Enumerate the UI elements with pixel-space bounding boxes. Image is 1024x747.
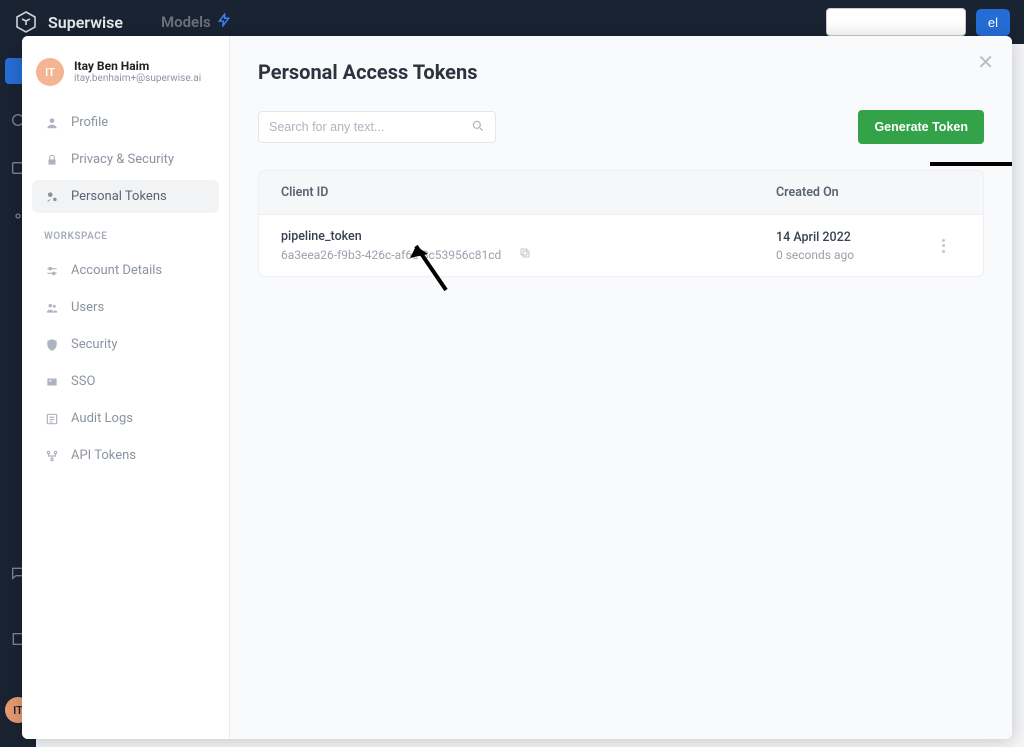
generate-token-button[interactable]: Generate Token: [858, 110, 984, 144]
token-icon: [44, 189, 59, 204]
sidebar-item-sso[interactable]: SSO: [32, 365, 219, 398]
profile-icon: [44, 115, 59, 130]
avatar: IT: [36, 58, 64, 86]
close-icon: ✕: [977, 52, 994, 74]
sidebar-item-users[interactable]: Users: [32, 291, 219, 324]
sidebar-item-api-tokens[interactable]: API Tokens: [32, 439, 219, 472]
column-header-client: Client ID: [281, 185, 776, 200]
list-icon: [44, 411, 59, 426]
sidebar-item-label: SSO: [71, 374, 95, 389]
api-icon: [44, 448, 59, 463]
table-row: pipeline_token 6a3eea26-f9b3-426c-af6e-8…: [259, 214, 983, 276]
lock-icon: [44, 152, 59, 167]
sidebar-item-audit-logs[interactable]: Audit Logs: [32, 402, 219, 435]
sidebar-item-label: Account Details: [71, 263, 162, 278]
main-panel: ✕ Personal Access Tokens Generate Token …: [230, 36, 1012, 739]
sliders-icon: [44, 263, 59, 278]
sidebar-item-label: Privacy & Security: [71, 152, 174, 167]
token-id: 6a3eea26-f9b3-426c-af6e-8c53956c81cd: [281, 248, 501, 262]
user-block: IT Itay Ben Haim itay.benhaim+@superwise…: [32, 56, 219, 102]
user-email: itay.benhaim+@superwise.ai: [74, 73, 201, 85]
header-primary-button[interactable]: el: [976, 9, 1010, 36]
sidebar-item-account-details[interactable]: Account Details: [32, 254, 219, 287]
brand-logo-icon: [14, 10, 38, 34]
close-button[interactable]: ✕: [977, 50, 994, 75]
sidebar-item-label: Users: [71, 300, 104, 315]
sidebar-item-label: Audit Logs: [71, 411, 133, 426]
copy-icon[interactable]: [519, 247, 531, 262]
shield-icon: [44, 337, 59, 352]
search-input[interactable]: [269, 120, 463, 134]
users-icon: [44, 300, 59, 315]
sidebar-item-label: Personal Tokens: [71, 189, 167, 204]
page-title: Personal Access Tokens: [258, 60, 984, 84]
settings-sidebar: IT Itay Ben Haim itay.benhaim+@superwise…: [22, 36, 230, 739]
models-tab[interactable]: Models: [161, 13, 231, 31]
search-icon: [471, 118, 485, 137]
table-header: Client ID Created On: [259, 171, 983, 214]
workspace-section-label: WORKSPACE: [32, 217, 219, 250]
row-menu-button[interactable]: [925, 239, 961, 253]
search-box[interactable]: [258, 111, 496, 143]
bolt-icon: [217, 13, 231, 31]
token-name: pipeline_token: [281, 229, 776, 244]
sso-icon: [44, 374, 59, 389]
brand-name: Superwise: [48, 13, 123, 32]
sidebar-item-label: Profile: [71, 115, 108, 130]
sidebar-item-personal-tokens[interactable]: Personal Tokens: [32, 180, 219, 213]
column-header-created: Created On: [776, 185, 925, 200]
token-created-date: 14 April 2022: [776, 230, 925, 245]
header-search[interactable]: [826, 8, 966, 36]
settings-modal: IT Itay Ben Haim itay.benhaim+@superwise…: [22, 36, 1012, 739]
sidebar-item-profile[interactable]: Profile: [32, 106, 219, 139]
sidebar-item-security[interactable]: Security: [32, 328, 219, 361]
token-created-ago: 0 seconds ago: [776, 248, 925, 262]
sidebar-item-label: API Tokens: [71, 448, 136, 463]
user-name: Itay Ben Haim: [74, 59, 201, 73]
models-label: Models: [161, 13, 211, 31]
sidebar-item-label: Security: [71, 337, 118, 352]
sidebar-item-privacy[interactable]: Privacy & Security: [32, 143, 219, 176]
tokens-table: Client ID Created On pipeline_token 6a3e…: [258, 170, 984, 277]
